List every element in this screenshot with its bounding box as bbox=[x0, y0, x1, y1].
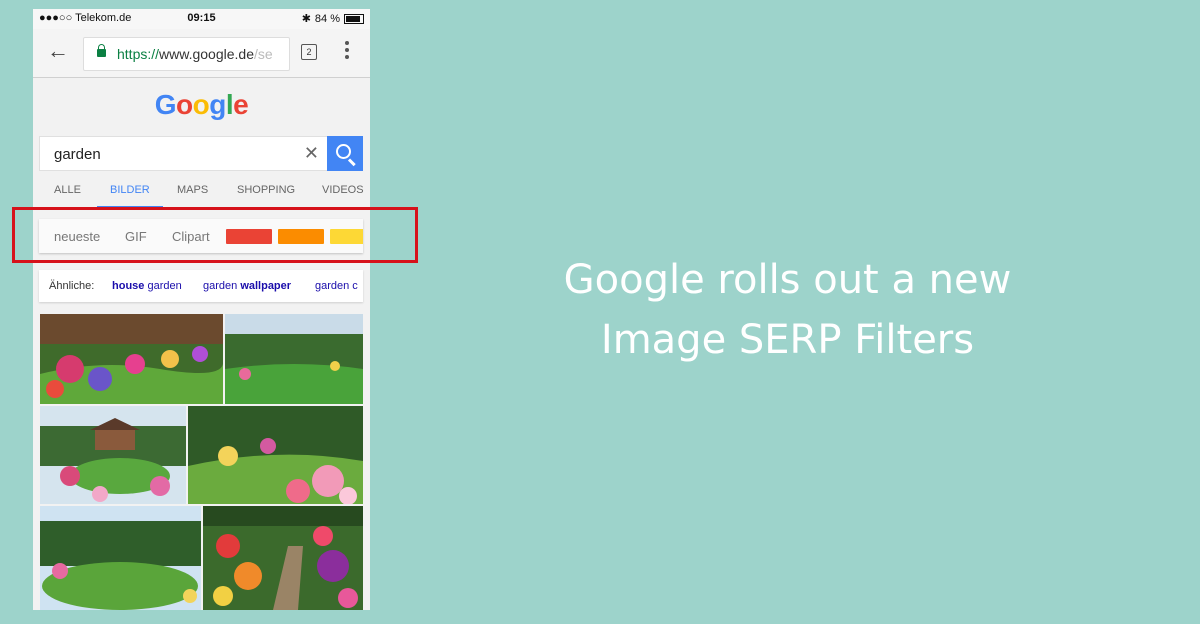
garden-thumbnail bbox=[203, 506, 363, 610]
tab-bilder[interactable]: BILDER bbox=[110, 184, 150, 196]
garden-thumbnail bbox=[225, 314, 363, 404]
image-result[interactable] bbox=[40, 506, 201, 610]
search-button[interactable] bbox=[327, 136, 363, 171]
phone-screenshot: ●●●○○ Telekom.de 09:15 ✱ 84 % ← https://… bbox=[33, 9, 370, 610]
search-query: garden bbox=[54, 146, 101, 163]
search-icon bbox=[336, 144, 351, 159]
url-scheme: https:// bbox=[117, 46, 160, 62]
related-link-garden-wallpaper[interactable]: garden wallpaper bbox=[203, 280, 291, 292]
logo-letter: o bbox=[176, 89, 193, 120]
filter-highlight-frame bbox=[12, 207, 418, 263]
tab-alle[interactable]: ALLE bbox=[54, 184, 81, 196]
related-link-garden-more[interactable]: garden c bbox=[315, 280, 358, 292]
address-bar[interactable]: https://www.google.de/se bbox=[83, 37, 290, 71]
back-arrow-icon[interactable]: ← bbox=[47, 40, 69, 62]
clear-icon[interactable]: ✕ bbox=[304, 143, 319, 164]
related-link-house-garden[interactable]: house garden bbox=[112, 280, 182, 292]
logo-letter: g bbox=[209, 89, 226, 120]
lock-icon bbox=[97, 44, 106, 57]
battery-percent: 84 % bbox=[314, 12, 340, 25]
url-host: www.google.de bbox=[159, 46, 254, 62]
related-searches-bar: Ähnliche: house garden garden wallpaper … bbox=[39, 270, 363, 302]
bluetooth-icon: ✱ bbox=[301, 13, 311, 25]
garden-thumbnail bbox=[40, 406, 186, 504]
tab-shopping[interactable]: SHOPPING bbox=[237, 184, 295, 196]
garden-thumbnail bbox=[40, 506, 201, 610]
search-tabs: ALLE BILDER MAPS SHOPPING VIDEOS bbox=[33, 177, 370, 210]
related-label: Ähnliche: bbox=[49, 280, 95, 292]
image-result[interactable] bbox=[188, 406, 363, 504]
url-path: /se bbox=[253, 46, 273, 62]
logo-letter: G bbox=[154, 89, 177, 120]
google-logo[interactable]: Google bbox=[33, 89, 370, 121]
battery-icon bbox=[344, 13, 364, 24]
battery-indicator: ✱ 84 % bbox=[302, 12, 364, 25]
status-bar: ●●●○○ Telekom.de 09:15 ✱ 84 % bbox=[33, 9, 370, 29]
garden-thumbnail bbox=[40, 314, 223, 404]
image-result[interactable] bbox=[203, 506, 363, 610]
url-text: https://www.google.de/se bbox=[117, 46, 273, 62]
search-input[interactable]: garden ✕ bbox=[39, 136, 328, 171]
tab-maps[interactable]: MAPS bbox=[177, 184, 208, 196]
image-result[interactable] bbox=[40, 406, 186, 504]
headline: Google rolls out a new Image SERP Filter… bbox=[560, 250, 1015, 370]
tab-videos[interactable]: VIDEOS bbox=[322, 184, 364, 196]
logo-letter: e bbox=[233, 89, 249, 120]
image-result[interactable] bbox=[225, 314, 363, 404]
logo-letter: o bbox=[192, 89, 210, 120]
tab-switcher-button[interactable]: 2 bbox=[301, 44, 317, 60]
image-result[interactable] bbox=[40, 314, 223, 404]
browser-toolbar: ← https://www.google.de/se 2 bbox=[33, 29, 370, 78]
overflow-menu-icon[interactable] bbox=[345, 41, 349, 62]
headline-line-1: Google rolls out a new bbox=[563, 257, 1012, 303]
garden-thumbnail bbox=[188, 406, 363, 504]
headline-line-2: Image SERP Filters bbox=[600, 317, 975, 363]
